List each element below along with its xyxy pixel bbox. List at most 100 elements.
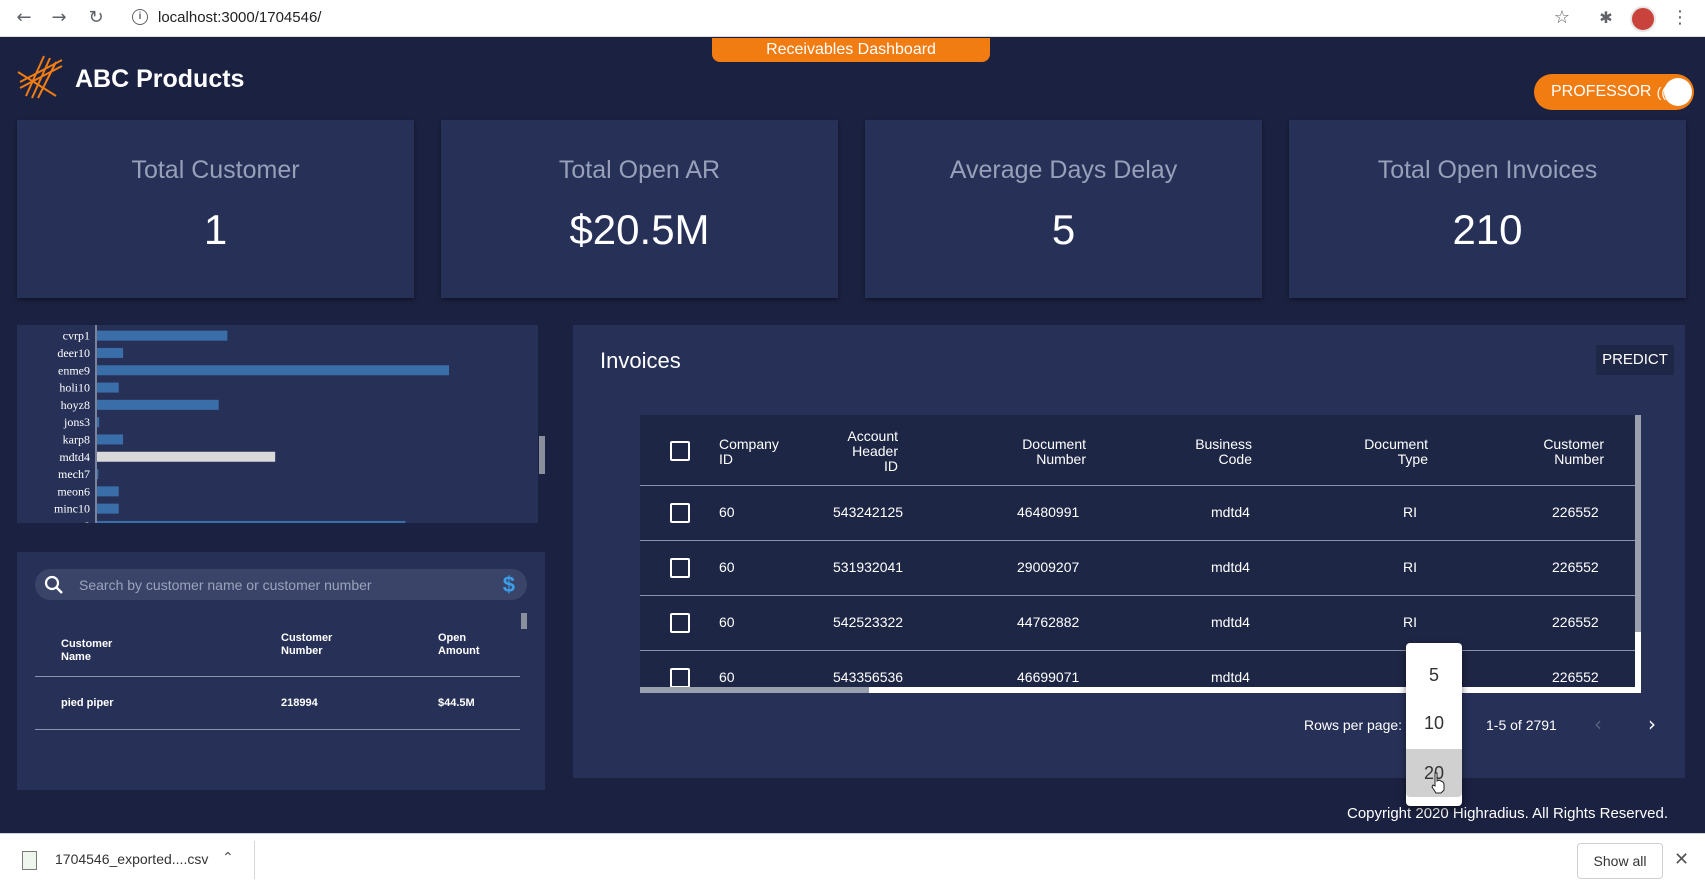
- row-checkbox[interactable]: [670, 613, 690, 633]
- invoices-table: Company ID Account Header ID Document Number…: [640, 415, 1635, 693]
- chart-category-label: hoyz8: [61, 398, 90, 412]
- table-row[interactable]: 60 543242125 46480991 mdtd4 RI 226552: [640, 486, 1635, 541]
- chevron-right-icon[interactable]: ›: [1648, 712, 1656, 736]
- profile-avatar[interactable]: [1630, 6, 1656, 32]
- cell-account-header-id: 531932041: [833, 559, 904, 575]
- professor-button[interactable]: PROFESSOR ((: [1534, 74, 1694, 110]
- cell-account-header-id: 542523322: [833, 614, 904, 630]
- cell-customer-number: 226552: [1552, 559, 1599, 575]
- column-header-company-id[interactable]: Company ID: [719, 437, 779, 467]
- chart-category-label: mdtd4: [59, 450, 90, 464]
- column-header-document-number[interactable]: Document Number: [1010, 437, 1086, 467]
- cell-business-code: mdtd4: [1211, 559, 1250, 575]
- chart-category-label: minc10: [54, 502, 90, 516]
- star-icon[interactable]: ☆: [1550, 6, 1574, 30]
- row-checkbox[interactable]: [670, 558, 690, 578]
- stat-card-total-open-invoices: Total Open Invoices 210: [1289, 120, 1686, 298]
- menu-icon[interactable]: ⋮: [1668, 6, 1692, 30]
- cell-document-number: 29009207: [1017, 559, 1080, 575]
- column-header-account-header-id[interactable]: Account Header ID: [838, 429, 898, 474]
- column-header-customer-name[interactable]: Customer Name: [61, 638, 112, 664]
- chart-category-label: karp8: [63, 432, 90, 446]
- invoices-title: Invoices: [600, 348, 681, 373]
- cell-account-header-id: 543242125: [833, 504, 904, 520]
- dashboard-title: Receivables Dashboard: [712, 38, 990, 62]
- user-avatar-icon: [1664, 78, 1692, 106]
- close-icon[interactable]: ✕: [1674, 849, 1689, 870]
- table-row[interactable]: 60 531932041 29009207 mdtd4 RI 226552: [640, 541, 1635, 596]
- select-all-checkbox[interactable]: [670, 441, 690, 461]
- info-icon[interactable]: i: [132, 9, 148, 25]
- chart-bar-cvrp1: [97, 330, 228, 341]
- table-header: Company ID Account Header ID Document Number…: [640, 415, 1635, 486]
- row-checkbox[interactable]: [670, 503, 690, 523]
- chart-bar-mdtd4: [97, 451, 276, 462]
- chart-category-label: nuws8: [59, 519, 90, 523]
- business-code-chart-panel: cvrp1 deer10 enme9 holi10 hoyz8 jons3 karp8 mdt…: [17, 325, 538, 523]
- chart-bar-deer10: [97, 347, 124, 358]
- professor-label: PROFESSOR: [1551, 83, 1652, 100]
- address-bar[interactable]: localhost:3000/1704546/: [158, 7, 321, 29]
- download-file-name[interactable]: 1704546_exported....csv: [55, 851, 208, 867]
- chart-bar-mech7: [97, 469, 99, 480]
- cell-company-id: 60: [719, 559, 735, 575]
- cell-company-id: 60: [719, 504, 735, 520]
- cell-document-type: RI: [1403, 504, 1417, 520]
- dollar-icon[interactable]: $: [503, 571, 515, 598]
- customer-name: pied piper: [61, 697, 114, 709]
- pagination-range: 1-5 of 2791: [1486, 717, 1557, 733]
- table-row[interactable]: 60 542523322 44762882 mdtd4 RI 226552: [640, 596, 1635, 651]
- csv-file-icon: [22, 851, 37, 870]
- show-all-button[interactable]: Show all: [1577, 843, 1663, 879]
- divider: [35, 729, 520, 730]
- table-vertical-scroll-thumb[interactable]: [1635, 415, 1641, 632]
- hand-cursor-icon: [1431, 772, 1445, 794]
- chart-category-label: holi10: [59, 381, 90, 395]
- chevron-up-icon[interactable]: ⌃: [222, 850, 234, 866]
- chart-bar-holi10: [97, 382, 119, 393]
- cell-company-id: 60: [719, 614, 735, 630]
- business-code-bar-chart[interactable]: cvrp1 deer10 enme9 holi10 hoyz8 jons3 karp8 mdt…: [17, 325, 538, 523]
- chart-category-label: meon6: [57, 484, 90, 498]
- customer-list-scrollbar[interactable]: [521, 613, 527, 629]
- rows-option-10[interactable]: 10: [1406, 699, 1462, 747]
- column-header-customer-number[interactable]: Customer Number: [1528, 437, 1604, 467]
- column-header-customer-number[interactable]: Customer Number: [281, 632, 332, 658]
- column-header-document-type[interactable]: Document Type: [1352, 437, 1428, 467]
- stat-card-average-days-delay: Average Days Delay 5: [865, 120, 1262, 298]
- customer-row[interactable]: pied piper 218994 $44.5M: [35, 677, 520, 729]
- chart-scrollbar[interactable]: [539, 436, 545, 474]
- stat-title: Total Open AR: [558, 156, 721, 184]
- chart-bar-jons3: [97, 417, 100, 428]
- stat-value: 5: [1051, 206, 1076, 253]
- stat-value: 1: [203, 206, 228, 253]
- customer-number: 218994: [281, 697, 318, 709]
- cell-customer-number: 226552: [1552, 614, 1599, 630]
- stat-value: $20.5M: [569, 206, 710, 253]
- chart-bar-hoyz8: [97, 399, 219, 410]
- predict-button[interactable]: PREDICT: [1596, 345, 1674, 375]
- column-header-business-code[interactable]: Business Code: [1180, 437, 1252, 467]
- stat-card-total-customer: Total Customer 1: [17, 120, 414, 298]
- search-icon[interactable]: [43, 574, 65, 596]
- rows-per-page-label: Rows per page:: [1304, 717, 1403, 733]
- forward-icon[interactable]: →: [47, 6, 71, 30]
- chevron-left-icon[interactable]: ‹: [1594, 712, 1602, 736]
- column-header-open-amount[interactable]: Open Amount: [438, 632, 482, 658]
- back-icon[interactable]: ←: [12, 6, 36, 30]
- extensions-icon[interactable]: ✱: [1594, 6, 1618, 30]
- cell-company-id: 60: [719, 669, 735, 685]
- customer-search-input[interactable]: [79, 569, 479, 600]
- chart-category-label: jons3: [63, 415, 90, 429]
- chart-category-label: deer10: [57, 346, 90, 360]
- chart-bar-meon6: [97, 486, 119, 497]
- row-checkbox[interactable]: [670, 668, 690, 688]
- rows-option-5[interactable]: 5: [1406, 651, 1462, 699]
- table-horizontal-scroll-thumb[interactable]: [640, 687, 869, 693]
- chart-category-label: enme9: [58, 363, 90, 377]
- stat-card-total-open-ar: Total Open AR $20.5M: [441, 120, 838, 298]
- chart-bar-nuws8: [97, 520, 406, 523]
- reload-icon[interactable]: ↻: [84, 6, 108, 30]
- cell-customer-number: 226552: [1552, 504, 1599, 520]
- stat-value: 210: [1452, 206, 1523, 253]
